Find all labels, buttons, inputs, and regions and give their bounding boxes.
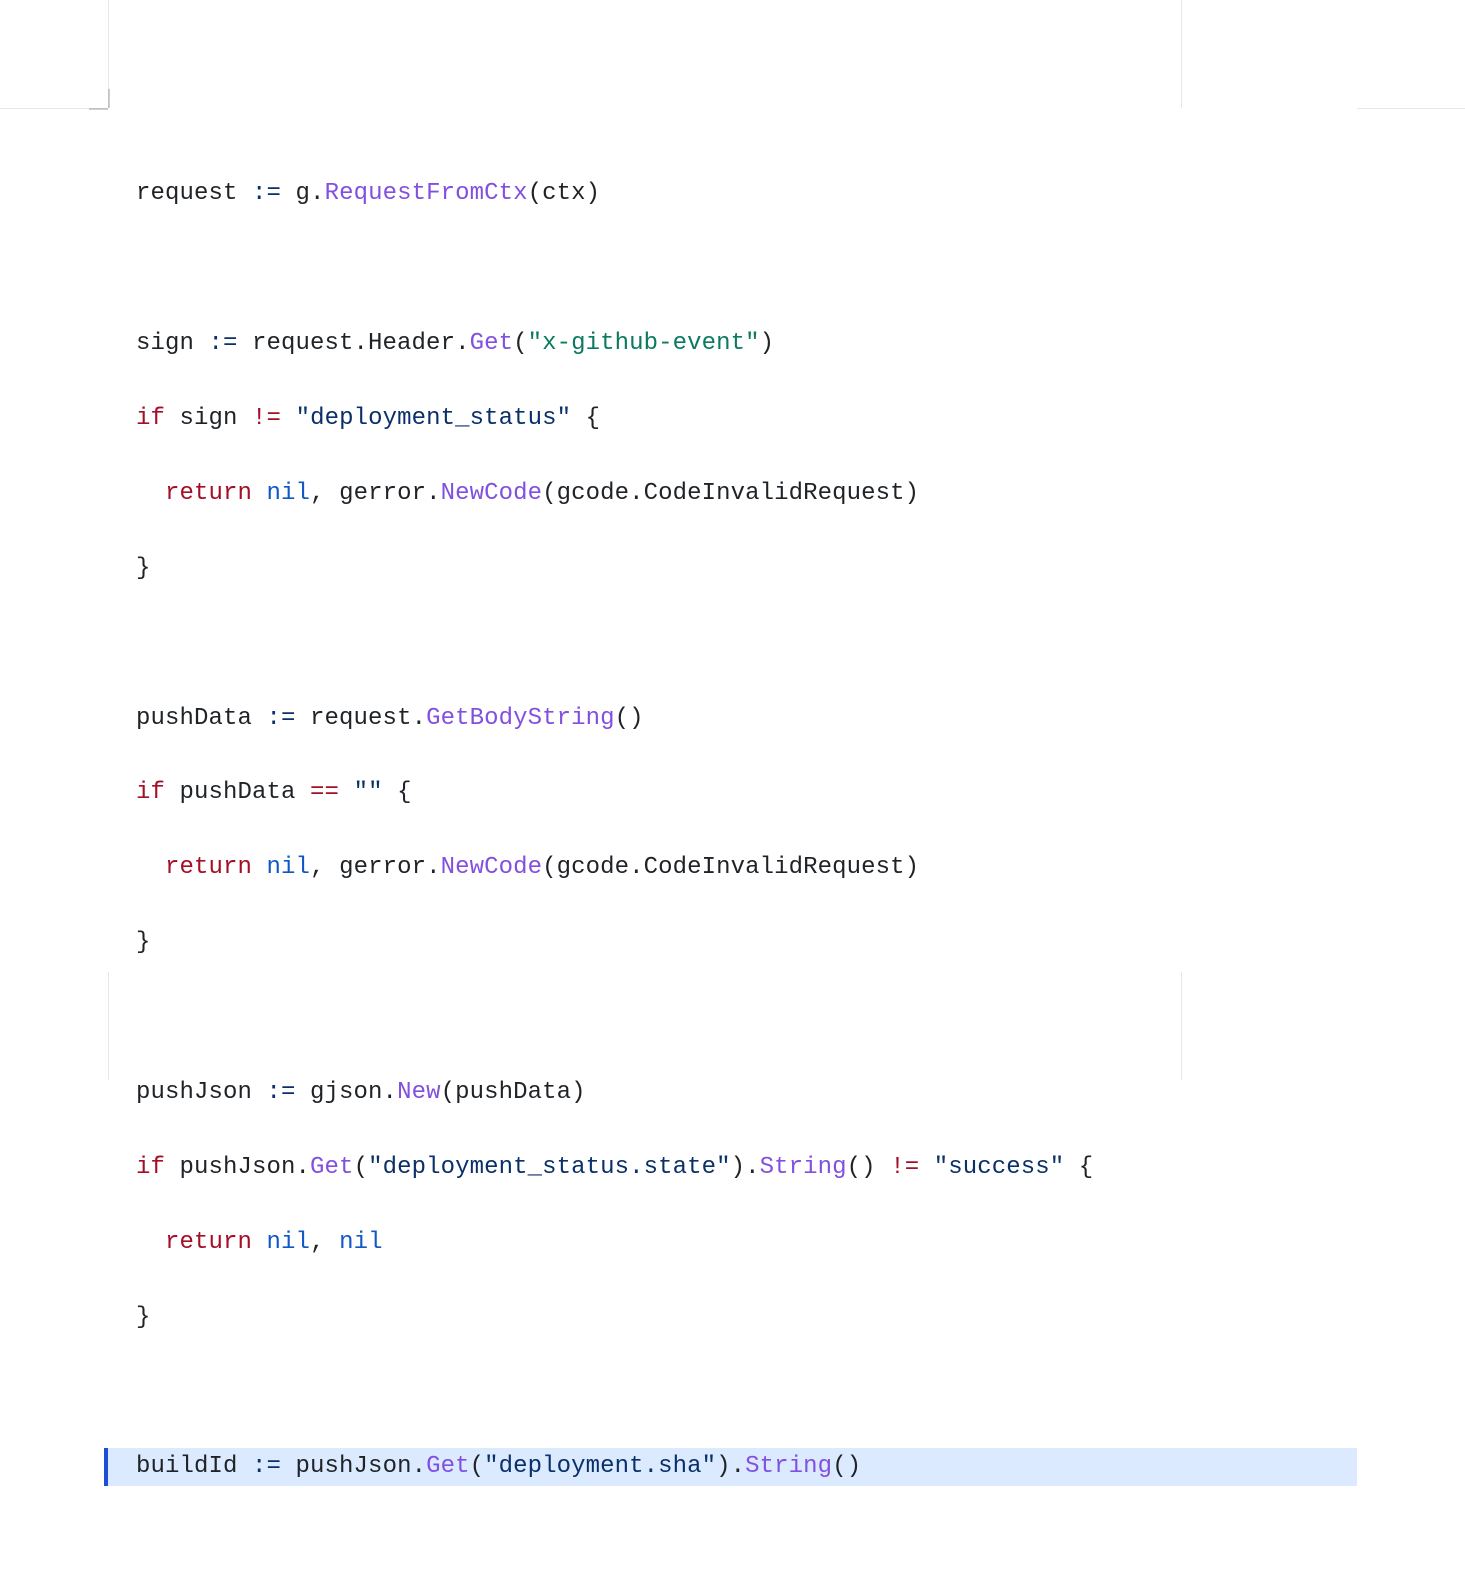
code-line: } — [136, 924, 1329, 961]
code-line-blank — [136, 625, 1329, 662]
keyword-if: if — [136, 779, 165, 806]
func-call: NewCode — [441, 480, 543, 507]
code-line: pushData := request.GetBodyString() — [136, 700, 1329, 737]
short-var-decl: := — [267, 1079, 296, 1106]
short-var-decl: := — [252, 180, 281, 207]
string-literal: "" — [354, 779, 383, 806]
code-line: } — [136, 550, 1329, 587]
func-call: RequestFromCtx — [325, 180, 528, 207]
short-var-decl: := — [209, 330, 238, 357]
operator-neq: != — [252, 405, 281, 432]
keyword-return: return — [165, 480, 252, 507]
func-call: Get — [426, 1453, 470, 1480]
func-call: Get — [470, 330, 514, 357]
string-literal: "x-github-event" — [528, 330, 760, 357]
func-call: New — [397, 1079, 441, 1106]
nil-literal: nil — [267, 1229, 311, 1256]
code-content: request := g.RequestFromCtx(ctx) sign :=… — [108, 108, 1357, 1591]
code-line: if pushJson.Get("deployment_status.state… — [136, 1149, 1329, 1186]
keyword-if: if — [136, 405, 165, 432]
code-line-blank — [136, 999, 1329, 1036]
keyword-return: return — [165, 854, 252, 881]
code-line: if pushData == "" { — [136, 774, 1329, 811]
func-call: String — [760, 1154, 847, 1181]
code-line: } — [136, 1299, 1329, 1336]
operator-neq: != — [890, 1154, 919, 1181]
func-call: NewCode — [441, 854, 543, 881]
code-line-blank — [136, 250, 1329, 287]
code-line: if sign != "deployment_status" { — [136, 400, 1329, 437]
nil-literal: nil — [267, 854, 311, 881]
code-line: sign := request.Header.Get("x-github-eve… — [136, 325, 1329, 362]
nil-literal: nil — [267, 480, 311, 507]
code-line: request := g.RequestFromCtx(ctx) — [136, 175, 1329, 212]
func-call: Get — [310, 1154, 354, 1181]
string-literal: "deployment.sha" — [484, 1453, 716, 1480]
string-literal: "deployment_status" — [296, 405, 572, 432]
code-editor[interactable]: request := g.RequestFromCtx(ctx) sign :=… — [108, 108, 1357, 972]
func-call: String — [745, 1453, 832, 1480]
code-line: return nil, nil — [136, 1224, 1329, 1261]
code-line: return nil, gerror.NewCode(gcode.CodeInv… — [136, 849, 1329, 886]
code-line-blank — [136, 1373, 1329, 1410]
short-var-decl: := — [252, 1453, 281, 1480]
code-line: return nil, gerror.NewCode(gcode.CodeInv… — [136, 475, 1329, 512]
string-literal: "deployment_status.state" — [368, 1154, 731, 1181]
keyword-return: return — [165, 1229, 252, 1256]
keyword-if: if — [136, 1154, 165, 1181]
func-call: GetBodyString — [426, 705, 615, 732]
operator-eq: == — [310, 779, 339, 806]
code-line-highlighted: buildId := pushJson.Get("deployment.sha"… — [104, 1448, 1357, 1485]
nil-literal: nil — [339, 1229, 383, 1256]
short-var-decl: := — [267, 705, 296, 732]
string-literal: "success" — [934, 1154, 1065, 1181]
